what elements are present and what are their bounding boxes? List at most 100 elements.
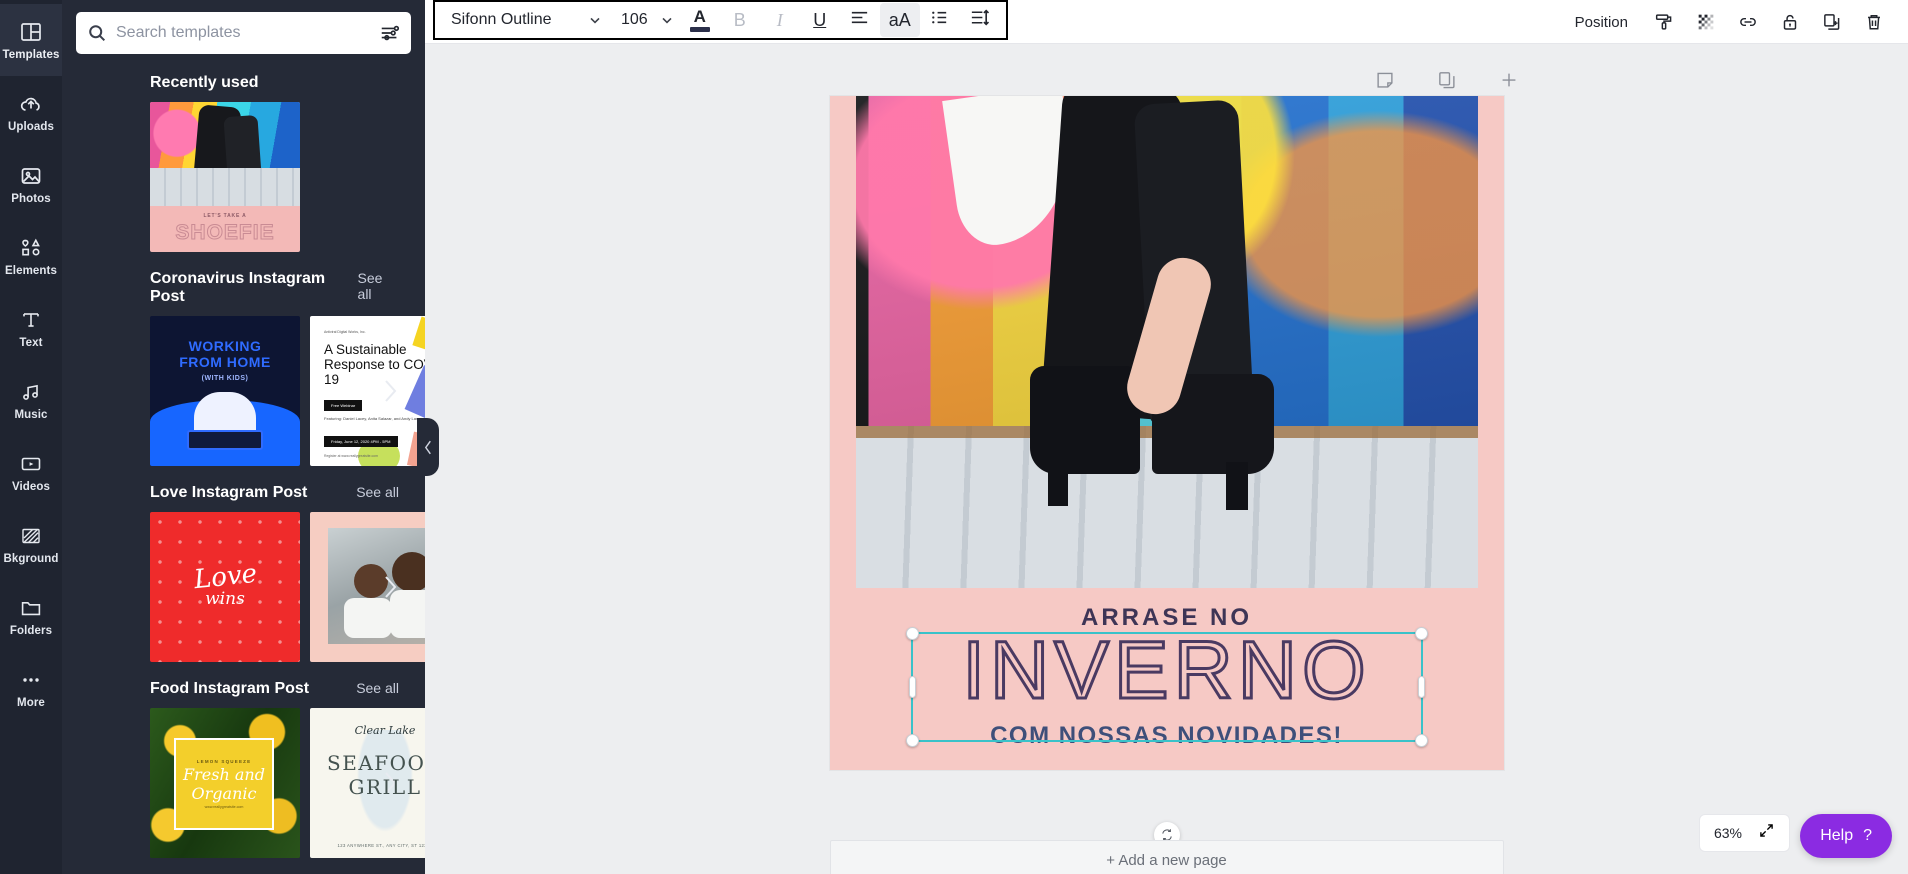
- font-size-dropdown[interactable]: 106: [611, 3, 680, 37]
- transparency-icon[interactable]: [1686, 2, 1726, 42]
- thumb-heading: A Sustainable Response to COVID-19: [324, 342, 425, 388]
- line-spacing-button[interactable]: [960, 3, 1000, 37]
- sidebar-label: Templates: [2, 49, 60, 61]
- see-all-link[interactable]: See all: [356, 484, 399, 500]
- search-input[interactable]: [116, 24, 371, 42]
- template-thumbnail[interactable]: [310, 512, 425, 662]
- thumb-url: www.reallygreatsite.com: [204, 805, 244, 809]
- thumb-title-1: SEAFOOD: [327, 751, 425, 775]
- design-photo[interactable]: [855, 96, 1478, 588]
- bold-label: B: [733, 9, 746, 30]
- canvas-area[interactable]: ARRASE NO INVERNO COM NOSSAS NOVIDADES!: [425, 44, 1908, 874]
- underline-label: U: [813, 9, 827, 30]
- duplicate-icon[interactable]: [1812, 2, 1852, 42]
- template-thumbnail[interactable]: WORKING FROM HOME (WITH KIDS): [150, 316, 300, 466]
- design-text-headline[interactable]: INVERNO: [830, 628, 1504, 713]
- sidebar-label: Text: [19, 337, 43, 349]
- sidebar-item-videos[interactable]: Videos: [0, 436, 62, 508]
- text-color-letter: A: [693, 7, 706, 26]
- add-new-page-button[interactable]: + Add a new page: [829, 840, 1504, 874]
- paint-roller-icon[interactable]: [1644, 2, 1684, 42]
- sidebar-item-text[interactable]: Text: [0, 292, 62, 364]
- template-thumbnail[interactable]: Antiviral Digital Works, Inc. A Sustaina…: [310, 316, 425, 466]
- bulleted-list-button[interactable]: [920, 3, 960, 37]
- thumb-kicker: LEMON SQUEEZE: [196, 759, 252, 764]
- sidebar-item-elements[interactable]: Elements: [0, 220, 62, 292]
- carousel-next-icon[interactable]: [381, 378, 399, 404]
- sidebar-item-uploads[interactable]: Uploads: [0, 76, 62, 148]
- section-title: Recently used: [150, 74, 259, 91]
- design-text-line3[interactable]: COM NOSSAS NOVIDADES!: [830, 722, 1504, 750]
- position-button[interactable]: Position: [1561, 8, 1642, 37]
- text-align-button[interactable]: [840, 3, 880, 37]
- link-icon[interactable]: [1728, 2, 1768, 42]
- bold-button[interactable]: B: [720, 3, 760, 37]
- template-thumbnail[interactable]: Love wins: [150, 512, 300, 662]
- templates-scroll-area[interactable]: Recently used LET'S TAKE A SHOEFIE Coron…: [62, 56, 425, 874]
- sidebar-item-music[interactable]: Music: [0, 364, 62, 436]
- help-button[interactable]: Help ?: [1800, 814, 1892, 858]
- sidebar-item-photos[interactable]: Photos: [0, 148, 62, 220]
- underline-button[interactable]: U: [800, 3, 840, 37]
- italic-label: I: [776, 9, 783, 30]
- text-color-button[interactable]: A: [680, 3, 720, 37]
- design-canvas-page[interactable]: ARRASE NO INVERNO COM NOSSAS NOVIDADES!: [829, 96, 1504, 770]
- sidebar-item-folders[interactable]: Folders: [0, 580, 62, 652]
- sidebar-item-templates[interactable]: Templates: [0, 4, 62, 76]
- section-title: Food Instagram Post: [150, 680, 310, 697]
- template-thumbnail[interactable]: LEMON SQUEEZE Fresh and Organic www.real…: [150, 708, 300, 858]
- help-label: Help: [1820, 827, 1854, 844]
- templates-panel: Recently used LET'S TAKE A SHOEFIE Coron…: [62, 0, 425, 874]
- duplicate-page-icon[interactable]: [1427, 60, 1467, 100]
- section-title: Love Instagram Post: [150, 484, 308, 501]
- section-recently-used: Recently used LET'S TAKE A SHOEFIE: [62, 56, 425, 252]
- case-label: aA: [888, 9, 911, 30]
- sidebar-label: Bkground: [3, 553, 59, 565]
- thumb-chip-2: Friday, June 12, 2020 4PM - 5PM: [324, 436, 398, 447]
- carousel-next-icon[interactable]: [381, 574, 399, 600]
- thumb-script-1: Fresh and: [183, 765, 265, 784]
- see-all-link[interactable]: See all: [358, 270, 399, 302]
- zoom-control[interactable]: 63%: [1698, 814, 1790, 852]
- filter-settings-icon[interactable]: [379, 22, 401, 44]
- thumb-title-2: GRILL: [348, 775, 422, 799]
- lock-icon[interactable]: [1770, 2, 1810, 42]
- page-tools: [1365, 60, 1529, 100]
- thumb-caption-big: SHOEFIE: [175, 221, 275, 245]
- search-icon: [86, 22, 108, 44]
- sidebar-item-background[interactable]: Bkground: [0, 508, 62, 580]
- expand-icon[interactable]: [1758, 822, 1775, 844]
- sidebar-label: Folders: [9, 625, 53, 637]
- thumbnail-row: Love wins: [62, 512, 425, 662]
- text-case-button[interactable]: aA: [879, 3, 920, 37]
- bulleted-list-icon: [929, 7, 950, 33]
- templates-icon: [18, 19, 44, 45]
- add-new-page-label: + Add a new page: [1106, 851, 1227, 869]
- section-coronavirus-instagram-post: Coronavirus Instagram Post See all WORKI…: [62, 252, 425, 466]
- left-icon-rail: Templates Uploads Photos Elements Text M…: [0, 0, 62, 874]
- thumb-address: 123 ANYWHERE ST., ANY CITY, ST 12345: [337, 843, 425, 848]
- thumb-meta: Featuring: Daniel Lacey, Anita Salazar, …: [324, 416, 421, 421]
- thumb-line2: FROM HOME: [179, 354, 271, 370]
- sidebar-label: Music: [14, 409, 48, 421]
- background-hatch-icon: [18, 523, 44, 549]
- text-format-toolbar-focused: Sifonn Outline 106 A B I U aA: [433, 0, 1008, 40]
- search-box[interactable]: [76, 12, 411, 54]
- font-family-dropdown[interactable]: Sifonn Outline: [441, 3, 611, 37]
- thumb-line1: WORKING: [188, 338, 262, 354]
- section-header: Recently used: [62, 68, 425, 102]
- add-page-icon[interactable]: [1489, 60, 1529, 100]
- thumbnail-row: LEMON SQUEEZE Fresh and Organic www.real…: [62, 708, 425, 858]
- template-thumbnail[interactable]: LET'S TAKE A SHOEFIE: [150, 102, 300, 252]
- italic-button[interactable]: I: [760, 3, 800, 37]
- photo-icon: [18, 163, 44, 189]
- section-love-instagram-post: Love Instagram Post See all Love wins: [62, 466, 425, 662]
- template-thumbnail[interactable]: Clear Lake SEAFOOD GRILL 123 ANYWHERE ST…: [310, 708, 425, 858]
- text-toolbar: Sifonn Outline 106 A B I U aA Position: [425, 0, 1908, 44]
- see-all-link[interactable]: See all: [356, 680, 399, 696]
- trash-icon[interactable]: [1854, 2, 1894, 42]
- sidebar-label: Photos: [11, 193, 51, 205]
- notes-icon[interactable]: [1365, 60, 1405, 100]
- panel-collapse-button[interactable]: [417, 418, 439, 476]
- sidebar-item-more[interactable]: More: [0, 652, 62, 724]
